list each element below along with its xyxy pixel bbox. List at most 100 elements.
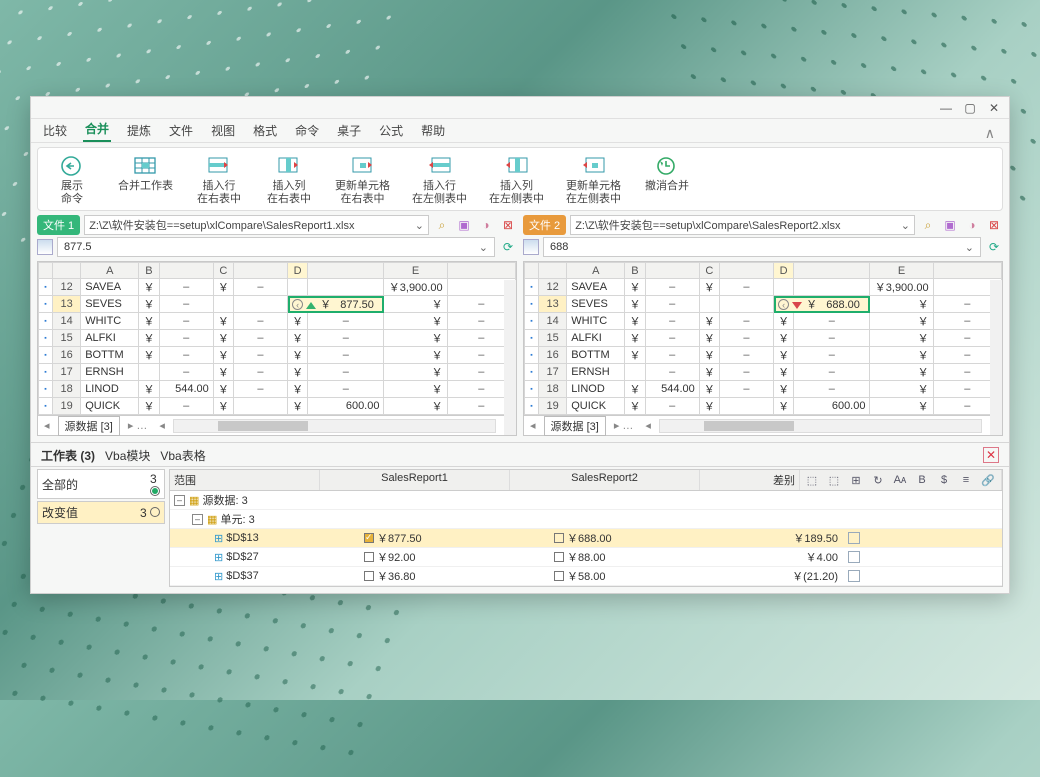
checkbox-icon[interactable] xyxy=(554,533,564,543)
ribbon-merge-ws[interactable]: 合并工作表 xyxy=(118,152,173,193)
vertical-scrollbar[interactable] xyxy=(990,280,1002,435)
menu-item-7[interactable]: 桌子 xyxy=(335,119,363,142)
table-row[interactable]: ▪13SEVES￥–‹￥ 877.50￥– xyxy=(39,296,516,313)
close-diff-button[interactable]: ✕ xyxy=(983,447,999,463)
checkbox-icon[interactable] xyxy=(364,552,374,562)
table-row[interactable]: ▪15ALFKI￥–￥–￥–￥– xyxy=(39,330,516,347)
grid-1[interactable]: ABCDE▪12SAVEA￥–￥–￥3,900.00▪13SEVES￥–‹￥ 6… xyxy=(523,261,1003,436)
table-row[interactable]: ▪18LINOD￥544.00￥–￥–￥– xyxy=(525,381,1002,398)
file-path-combo-1[interactable]: Z:\Z\软件安装包==setup\xlCompare\SalesReport2… xyxy=(570,215,915,235)
menu-item-6[interactable]: 命令 xyxy=(293,119,321,142)
table-row[interactable]: ▪14WHITC￥–￥–￥–￥– xyxy=(525,313,1002,330)
highlighted-cell-1[interactable]: ‹￥ 688.00 xyxy=(774,296,870,313)
ribbon-ins-col-r[interactable]: 插入列 在右表中 xyxy=(265,152,313,206)
table-row[interactable]: ▪12SAVEA￥–￥–￥3,900.00 xyxy=(39,279,516,296)
table-row[interactable]: ▪12SAVEA￥–￥–￥3,900.00 xyxy=(525,279,1002,296)
table-row[interactable]: ▪16BOTTM￥–￥–￥–￥– xyxy=(525,347,1002,364)
horizontal-scrollbar[interactable] xyxy=(173,419,497,433)
ribbon-upd-cell-l[interactable]: 更新单元格 在左侧表中 xyxy=(566,152,621,206)
maximize-button[interactable]: ▢ xyxy=(961,100,979,116)
chevron-down-icon: ⌄ xyxy=(901,219,910,232)
minimize-button[interactable]: — xyxy=(937,100,955,116)
filter-row-0[interactable]: 全部的3 xyxy=(37,469,165,499)
table-row[interactable]: ▪17ERNSH–￥–￥–￥– xyxy=(39,364,516,381)
menu-item-9[interactable]: 帮助 xyxy=(419,119,447,142)
bottom-tab-2[interactable]: Vba表格 xyxy=(160,447,205,464)
file-path-combo-0[interactable]: Z:\Z\软件安装包==setup\xlCompare\SalesReport1… xyxy=(84,215,429,235)
ribbon-ins-col-l[interactable]: 插入列 在左侧表中 xyxy=(489,152,544,206)
diff-tool-0[interactable]: ⬚ xyxy=(804,473,820,487)
tab-nav-prev[interactable]: ◂ xyxy=(524,419,542,432)
detail-icon[interactable] xyxy=(848,532,860,544)
detail-icon[interactable] xyxy=(848,570,860,582)
refresh-icon[interactable]: ⟳ xyxy=(499,238,517,256)
diff-tree-root[interactable]: –▦ 源数据: 3 xyxy=(170,491,1002,510)
menu-item-0[interactable]: 比较 xyxy=(41,119,69,142)
checkbox-icon[interactable] xyxy=(364,533,374,543)
highlighted-cell-0[interactable]: ‹￥ 877.50 xyxy=(288,296,384,313)
diff-row-0[interactable]: ⊞ $D$13 ￥877.50 ￥688.00 ￥189.50 xyxy=(170,529,1002,548)
checkbox-icon[interactable] xyxy=(554,571,564,581)
diff-tree-sub[interactable]: –▦ 单元: 3 xyxy=(170,510,1002,529)
tag-icon[interactable]: ◑ xyxy=(477,216,495,234)
menu-item-5[interactable]: 格式 xyxy=(251,119,279,142)
table-row[interactable]: ▪17ERNSH–￥–￥–￥– xyxy=(525,364,1002,381)
diff-tool-4[interactable]: Aᴀ xyxy=(892,473,908,487)
filter-row-1[interactable]: 改变值3 xyxy=(37,501,165,524)
ribbon-show-cmd[interactable]: 展示 命令 xyxy=(48,152,96,206)
tab-nav-prev[interactable]: ◂ xyxy=(38,419,56,432)
checkbox-icon[interactable] xyxy=(364,571,374,581)
find-icon[interactable]: ⌕ xyxy=(433,216,451,234)
diff-tool-7[interactable]: ≡ xyxy=(958,473,974,487)
grid-select-icon[interactable] xyxy=(37,239,53,255)
vertical-scrollbar[interactable] xyxy=(504,280,516,435)
table-row[interactable]: ▪15ALFKI￥–￥–￥–￥– xyxy=(525,330,1002,347)
grid-select-icon[interactable] xyxy=(523,239,539,255)
filter-pane: 全部的3 改变值3 xyxy=(37,469,165,587)
ribbon-ins-row-l[interactable]: 插入行 在左侧表中 xyxy=(412,152,467,206)
refresh-icon[interactable]: ⟳ xyxy=(985,238,1003,256)
sheet-tab[interactable]: 源数据 [3] xyxy=(58,416,120,436)
find-icon[interactable]: ⌕ xyxy=(919,216,937,234)
ribbon-ins-row-r[interactable]: 插入行 在右表中 xyxy=(195,152,243,206)
table-row[interactable]: ▪16BOTTM￥–￥–￥–￥– xyxy=(39,347,516,364)
table-row[interactable]: ▪14WHITC￥–￥–￥–￥– xyxy=(39,313,516,330)
table-row[interactable]: ▪13SEVES￥–‹￥ 688.00￥– xyxy=(525,296,1002,313)
table-row[interactable]: ▪18LINOD￥544.00￥–￥–￥– xyxy=(39,381,516,398)
close-file-icon[interactable]: ⊠ xyxy=(985,216,1003,234)
tab-nav-next[interactable]: ▸ … xyxy=(608,419,640,432)
ribbon-upd-cell-r[interactable]: 更新单元格 在右表中 xyxy=(335,152,390,206)
diff-tool-1[interactable]: ⬚ xyxy=(826,473,842,487)
table-row[interactable]: ▪19QUICK￥–￥￥600.00￥– xyxy=(525,398,1002,415)
save-icon[interactable]: ▣ xyxy=(455,216,473,234)
checkbox-icon[interactable] xyxy=(554,552,564,562)
tab-nav-next[interactable]: ▸ … xyxy=(122,419,154,432)
sheet-tab[interactable]: 源数据 [3] xyxy=(544,416,606,436)
menu-item-3[interactable]: 文件 xyxy=(167,119,195,142)
diff-tool-5[interactable]: B xyxy=(914,473,930,487)
detail-icon[interactable] xyxy=(848,551,860,563)
diff-tool-6[interactable]: $ xyxy=(936,473,952,487)
horizontal-scrollbar[interactable] xyxy=(659,419,983,433)
diff-row-1[interactable]: ⊞ $D$27 ￥92.00 ￥88.00 ￥4.00 xyxy=(170,548,1002,567)
menu-item-2[interactable]: 提炼 xyxy=(125,119,153,142)
menu-item-4[interactable]: 视图 xyxy=(209,119,237,142)
tag-icon[interactable]: ◑ xyxy=(963,216,981,234)
diff-tool-2[interactable]: ⊞ xyxy=(848,473,864,487)
diff-tool-3[interactable]: ↻ xyxy=(870,473,886,487)
formula-input-1[interactable]: 688⌄ xyxy=(543,237,981,257)
collapse-ribbon-button[interactable]: ∧ xyxy=(981,125,999,142)
diff-tool-8[interactable]: 🔗 xyxy=(980,473,996,487)
close-file-icon[interactable]: ⊠ xyxy=(499,216,517,234)
grid-0[interactable]: ABCDE▪12SAVEA￥–￥–￥3,900.00▪13SEVES￥–‹￥ 8… xyxy=(37,261,517,436)
ribbon-undo-merge[interactable]: 撤消合并 xyxy=(643,152,691,193)
diff-row-2[interactable]: ⊞ $D$37 ￥36.80 ￥58.00 ￥(21.20) xyxy=(170,567,1002,586)
save-icon[interactable]: ▣ xyxy=(941,216,959,234)
close-button[interactable]: ✕ xyxy=(985,100,1003,116)
menu-item-8[interactable]: 公式 xyxy=(377,119,405,142)
bottom-tab-0[interactable]: 工作表 (3) xyxy=(41,447,95,464)
menu-item-1[interactable]: 合并 xyxy=(83,117,111,142)
formula-input-0[interactable]: 877.5⌄ xyxy=(57,237,495,257)
table-row[interactable]: ▪19QUICK￥–￥￥600.00￥– xyxy=(39,398,516,415)
bottom-tab-1[interactable]: Vba模块 xyxy=(105,447,150,464)
